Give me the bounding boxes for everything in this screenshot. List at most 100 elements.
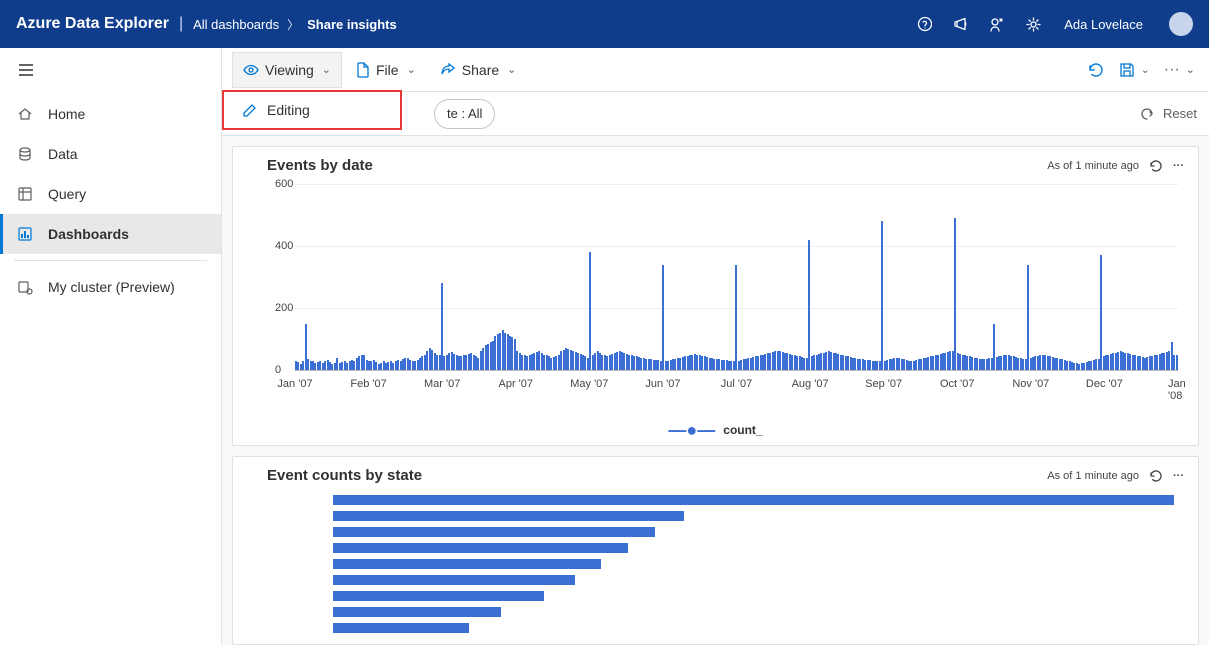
sidebar-item-query[interactable]: Query	[0, 174, 221, 214]
breadcrumb: All dashboards 〉 Share insights	[193, 16, 397, 33]
chevron-down-icon: ⌄	[1186, 63, 1195, 76]
hbar-row: MISSOURI	[333, 508, 1174, 524]
main-content: Viewing ⌄ File ⌄ Share ⌄ ⌄ ··· ⌄	[222, 48, 1209, 645]
hbar-row: PENNSYLVANIA	[333, 540, 1174, 556]
hbar-bar	[333, 511, 684, 521]
x-tick: Nov '07	[1012, 378, 1049, 390]
reset-label[interactable]: Reset	[1163, 106, 1197, 121]
share-label: Share	[462, 62, 499, 78]
x-tick: Feb '07	[350, 378, 386, 390]
hbar-row: TEXAS	[333, 492, 1174, 508]
asof-label: As of 1 minute ago	[1047, 160, 1139, 172]
home-icon	[16, 105, 34, 123]
app-title: Azure Data Explorer	[16, 15, 169, 33]
y-tick: 0	[275, 364, 281, 376]
viewing-mode-button[interactable]: Viewing ⌄	[232, 52, 342, 88]
cluster-icon	[16, 278, 34, 296]
card-title: Events by date	[267, 157, 373, 174]
megaphone-icon[interactable]	[952, 15, 970, 33]
breadcrumb-page: Share insights	[307, 17, 397, 32]
grid-icon	[16, 185, 34, 203]
hbar-row: NEBRASKA	[333, 524, 1174, 540]
editing-mode-option[interactable]: Editing	[222, 90, 402, 130]
pill-text: te : All	[447, 106, 482, 121]
save-icon[interactable]: ⌄	[1119, 62, 1150, 78]
sidebar-item-label: Query	[48, 186, 86, 202]
x-tick: Aug '07	[792, 378, 829, 390]
hbar-bar	[333, 527, 655, 537]
hbar-bar	[333, 495, 1174, 505]
toolbar: Viewing ⌄ File ⌄ Share ⌄ ⌄ ··· ⌄	[222, 48, 1209, 92]
hamburger-icon[interactable]	[0, 48, 221, 92]
eye-icon	[243, 64, 259, 76]
chevron-down-icon: ⌄	[322, 63, 331, 76]
hbar-bar	[333, 543, 628, 553]
x-tick: Oct '07	[940, 378, 975, 390]
x-tick: Mar '07	[424, 378, 460, 390]
events-by-date-card: Events by date As of 1 minute ago ··· 0 2…	[232, 146, 1199, 446]
viewing-label: Viewing	[265, 62, 314, 78]
state-chart: TEXASMISSOURINEBRASKAPENNSYLVANIASOUTH D…	[233, 486, 1198, 644]
hbar-row: MARYLAND	[333, 620, 1174, 636]
undo-icon[interactable]	[1140, 106, 1155, 121]
y-tick: 400	[275, 240, 293, 252]
sidebar-item-home[interactable]: Home	[0, 94, 221, 134]
hbar-row: SOUTH DAKOTA	[333, 556, 1174, 572]
help-icon[interactable]	[916, 15, 934, 33]
state-filter-pill[interactable]: te : All	[434, 99, 495, 129]
share-button[interactable]: Share ⌄	[430, 52, 527, 88]
sidebar-item-data[interactable]: Data	[0, 134, 221, 174]
more-icon[interactable]: ··· ⌄	[1164, 61, 1195, 79]
avatar[interactable]	[1169, 12, 1193, 36]
filter-row: Editing te : All Reset	[222, 92, 1209, 136]
x-tick: May '07	[570, 378, 608, 390]
file-icon	[356, 62, 370, 78]
y-tick: 600	[275, 178, 293, 190]
user-name[interactable]: Ada Lovelace	[1064, 17, 1143, 32]
more-icon[interactable]: ···	[1173, 160, 1184, 172]
x-tick: Jun '07	[645, 378, 680, 390]
x-tick: Dec '07	[1086, 378, 1123, 390]
chevron-down-icon: ⌄	[1141, 63, 1150, 76]
refresh-icon[interactable]	[1087, 61, 1105, 79]
topbar: Azure Data Explorer | All dashboards 〉 S…	[0, 0, 1209, 48]
sidebar-item-dashboards[interactable]: Dashboards	[0, 214, 221, 254]
hbar-bar	[333, 607, 501, 617]
hbar-bar	[333, 623, 469, 633]
dashboard-icon	[16, 225, 34, 243]
feedback-icon[interactable]	[988, 15, 1006, 33]
x-tick: Jan '08	[1168, 378, 1188, 402]
hbar-bar	[333, 575, 575, 585]
chevron-right-icon: 〉	[287, 16, 299, 33]
hbar-bar	[333, 591, 544, 601]
chevron-down-icon: ⌄	[407, 63, 416, 76]
gear-icon[interactable]	[1024, 15, 1042, 33]
sidebar-item-label: Dashboards	[48, 226, 129, 242]
hbar-row: NORTH DAKOTA	[333, 604, 1174, 620]
title-divider: |	[179, 15, 183, 33]
refresh-icon[interactable]	[1149, 469, 1163, 483]
editing-label: Editing	[267, 102, 310, 118]
sidebar: Home Data Query Dashboards My clust	[0, 48, 222, 645]
more-icon[interactable]: ···	[1173, 470, 1184, 482]
refresh-icon[interactable]	[1149, 159, 1163, 173]
events-chart: 0200400600Jan '07Feb '07Mar '07Apr '07Ma…	[233, 176, 1198, 445]
sidebar-item-label: My cluster (Preview)	[48, 279, 175, 295]
x-tick: Jul '07	[721, 378, 752, 390]
chevron-down-icon: ⌄	[507, 63, 516, 76]
sidebar-item-mycluster[interactable]: My cluster (Preview)	[0, 267, 221, 307]
hbar-bar	[333, 559, 601, 569]
y-tick: 200	[275, 302, 293, 314]
hbar-row: NEW JERSEY	[333, 588, 1174, 604]
x-tick: Apr '07	[498, 378, 533, 390]
event-counts-by-state-card: Event counts by state As of 1 minute ago…	[232, 456, 1199, 645]
x-tick: Sep '07	[865, 378, 902, 390]
pencil-icon	[242, 103, 257, 118]
share-icon	[440, 63, 456, 77]
file-button[interactable]: File ⌄	[346, 52, 426, 88]
chart-legend: —●—count_	[233, 423, 1198, 437]
database-icon	[16, 145, 34, 163]
sidebar-item-label: Data	[48, 146, 78, 162]
asof-label: As of 1 minute ago	[1047, 470, 1139, 482]
breadcrumb-root[interactable]: All dashboards	[193, 17, 279, 32]
